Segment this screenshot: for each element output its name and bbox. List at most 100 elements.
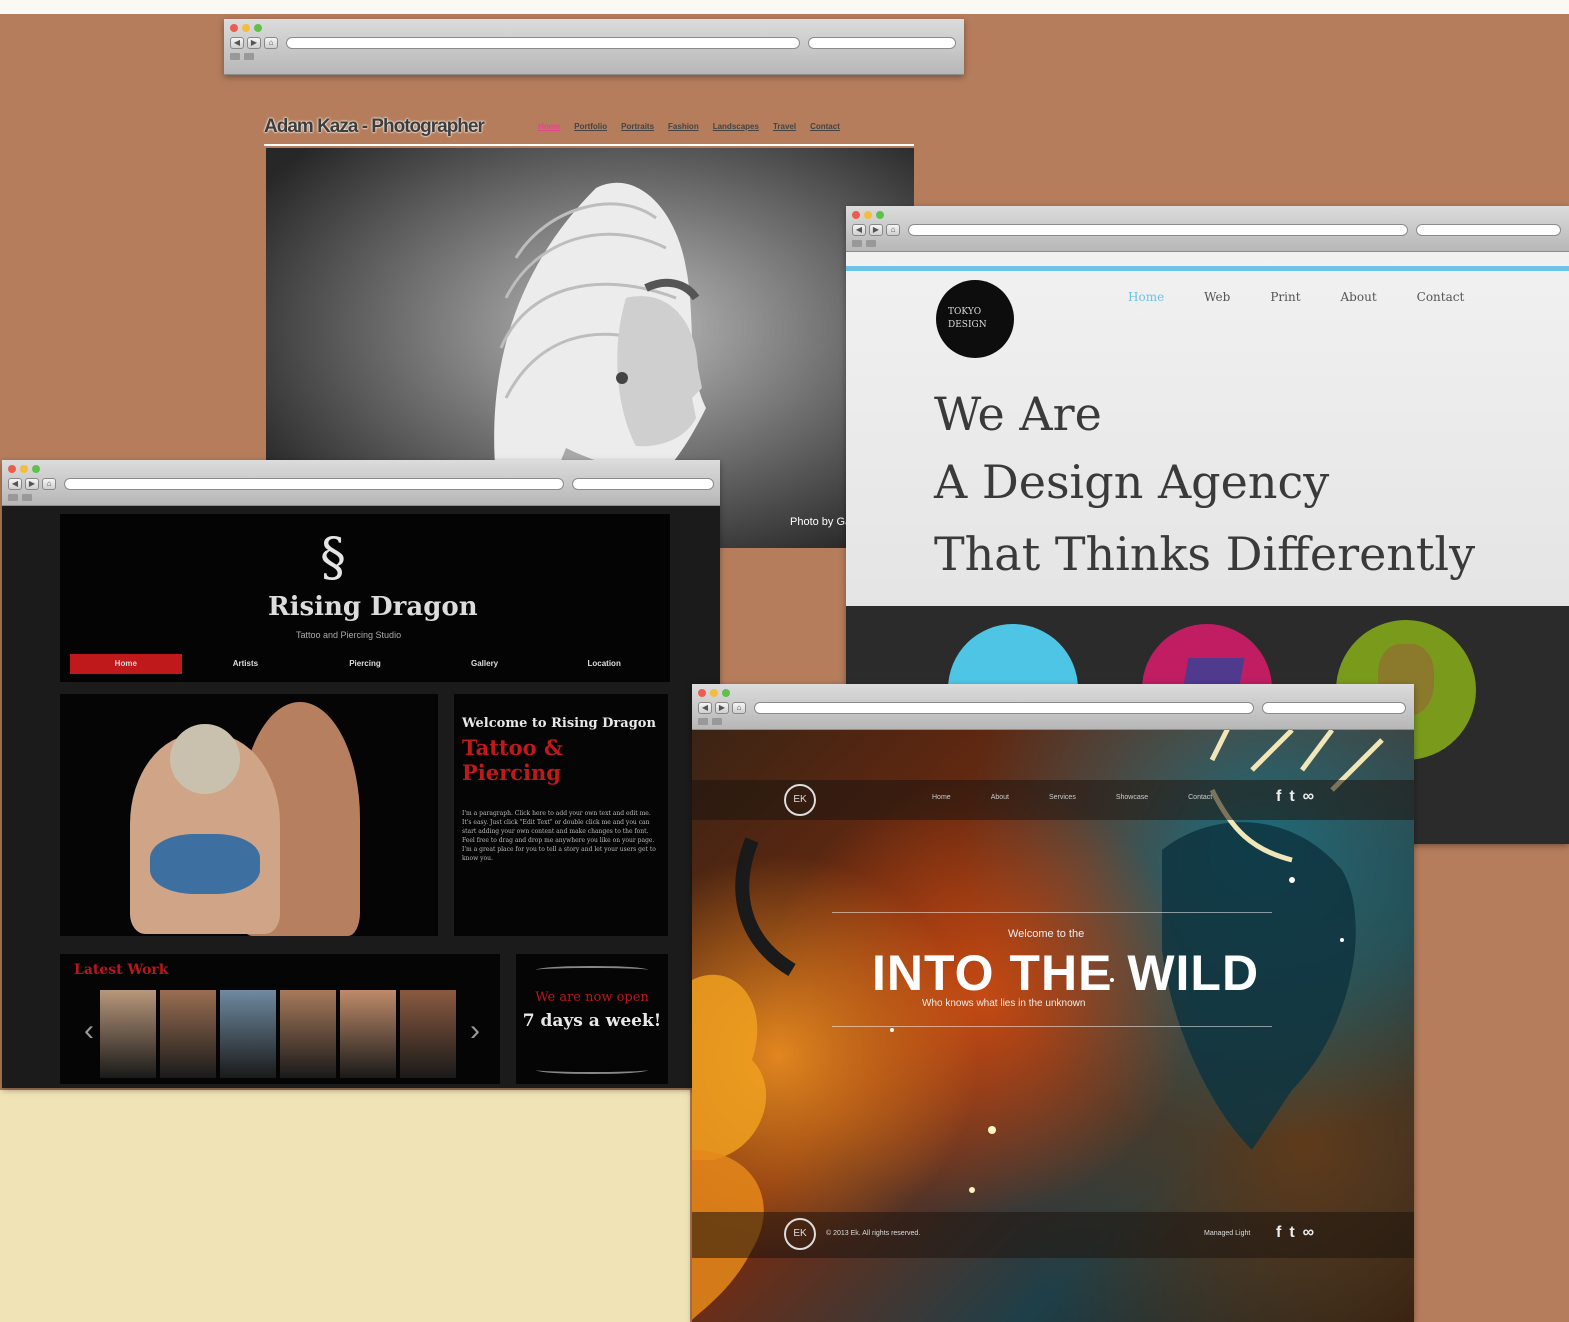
wild-browser-window: ◀ ▶ ⌂ EK Home About Services Showcase Contact … xyxy=(692,684,1414,1322)
twitter-icon[interactable]: t xyxy=(1289,1224,1294,1242)
dragon-logo-icon: § xyxy=(320,528,346,588)
ornament-top xyxy=(536,966,648,974)
tokyo-nav-contact[interactable]: Contact xyxy=(1417,290,1465,304)
welcome-subheading: Tattoo & Piercing xyxy=(462,735,563,785)
photographer-nav-portfolio[interactable]: Portfolio xyxy=(574,122,607,131)
wild-footer-social-links: f t ∞ xyxy=(1276,1224,1314,1242)
headline-line-3: That Thinks Differently xyxy=(934,527,1476,581)
home-icon[interactable]: ⌂ xyxy=(886,224,900,236)
wild-footer: EK © 2013 Ek. All rights reserved. Manag… xyxy=(692,1212,1414,1258)
tokyo-top-rule xyxy=(846,266,1569,271)
forward-icon[interactable]: ▶ xyxy=(25,478,39,490)
back-icon[interactable]: ◀ xyxy=(230,37,244,49)
tokyo-nav-print[interactable]: Print xyxy=(1270,290,1300,304)
wild-nav: Home About Services Showcase Contact xyxy=(932,794,1212,801)
photographer-nav-contact[interactable]: Contact xyxy=(810,122,840,131)
photographer-nav-landscapes[interactable]: Landscapes xyxy=(713,122,759,131)
dragon-nav-gallery[interactable]: Gallery xyxy=(429,654,541,674)
flickr-icon[interactable]: ∞ xyxy=(1303,1224,1314,1242)
headline-line-1: We Are xyxy=(934,387,1102,441)
wild-footer-right: Managed Light xyxy=(1204,1230,1251,1237)
gallery-thumbnail[interactable] xyxy=(280,990,336,1078)
facebook-icon[interactable]: f xyxy=(1276,1224,1281,1242)
wild-rule-bottom xyxy=(832,1026,1272,1027)
carousel-next-icon[interactable]: › xyxy=(470,1014,480,1048)
forward-icon[interactable]: ▶ xyxy=(247,37,261,49)
flickr-icon[interactable]: ∞ xyxy=(1303,788,1314,806)
home-icon[interactable]: ⌂ xyxy=(42,478,56,490)
dragon-latest-work: Latest Work ‹ › xyxy=(60,954,500,1084)
dragon-nav-artists[interactable]: Artists xyxy=(190,654,302,674)
dragon-header: § Rising Dragon Tattoo and Piercing Stud… xyxy=(60,514,670,682)
gallery-thumbnail[interactable] xyxy=(100,990,156,1078)
photographer-nav-fashion[interactable]: Fashion xyxy=(668,122,699,131)
search-bar[interactable] xyxy=(572,478,714,490)
photographer-nav-rule xyxy=(264,144,914,146)
photographer-nav: Home Portfolio Portraits Fashion Landscapes T… xyxy=(538,122,840,131)
tokyo-logo[interactable]: TOKYO DESIGN xyxy=(936,280,1014,358)
search-bar[interactable] xyxy=(808,37,956,49)
dragon-nav-location[interactable]: Location xyxy=(548,654,660,674)
address-bar[interactable] xyxy=(908,224,1408,236)
address-bar[interactable] xyxy=(754,702,1254,714)
welcome-heading: Welcome to Rising Dragon xyxy=(462,716,656,731)
open-line-2: 7 days a week! xyxy=(522,1011,662,1031)
gallery-thumbnail[interactable] xyxy=(400,990,456,1078)
home-icon[interactable]: ⌂ xyxy=(264,37,278,49)
twitter-icon[interactable]: t xyxy=(1289,788,1294,806)
photographer-title: Adam Kaza - Photographer xyxy=(264,116,485,137)
wild-title: INTO THE WILD xyxy=(872,945,1260,1001)
wild-subtitle: Who knows what lies in the unknown xyxy=(922,998,1086,1009)
wild-nav-showcase[interactable]: Showcase xyxy=(1116,794,1148,801)
gallery-thumbnail[interactable] xyxy=(340,990,396,1078)
ornament-bottom xyxy=(536,1066,648,1074)
wild-nav-home[interactable]: Home xyxy=(932,794,951,801)
latest-work-heading: Latest Work xyxy=(74,962,169,978)
dragon-nav-piercing[interactable]: Piercing xyxy=(309,654,421,674)
wild-hero: EK Home About Services Showcase Contact f t ∞ … xyxy=(692,730,1414,1322)
back-icon[interactable]: ◀ xyxy=(852,224,866,236)
tokyo-nav-home[interactable]: Home xyxy=(1128,290,1164,304)
wild-footer-logo[interactable]: EK xyxy=(784,1218,816,1250)
wild-copyright: © 2013 Ek. All rights reserved. xyxy=(826,1230,921,1237)
dragon-tagline: Tattoo and Piercing Studio xyxy=(296,630,402,640)
search-bar[interactable] xyxy=(1262,702,1406,714)
photographer-nav-portraits[interactable]: Portraits xyxy=(621,122,654,131)
tokyo-headline: We Are A Design Agency That Thinks Diffe… xyxy=(934,382,1475,590)
wild-logo[interactable]: EK xyxy=(784,784,816,816)
headline-line-2: A Design Agency xyxy=(934,455,1330,509)
gallery-thumbnail[interactable] xyxy=(160,990,216,1078)
dragon-nav-home[interactable]: Home xyxy=(70,654,182,674)
tokyo-nav-about[interactable]: About xyxy=(1341,290,1377,304)
forward-icon[interactable]: ▶ xyxy=(869,224,883,236)
cream-block xyxy=(0,1090,690,1322)
gallery-thumbnail[interactable] xyxy=(220,990,276,1078)
carousel-thumbnails xyxy=(100,990,456,1078)
photographer-browser-window: ◀ ▶ ⌂ xyxy=(224,19,964,75)
home-icon[interactable]: ⌂ xyxy=(732,702,746,714)
wild-social-links: f t ∞ xyxy=(1276,788,1314,806)
wild-topbar: EK Home About Services Showcase Contact f t ∞ xyxy=(692,780,1414,820)
tokyo-nav: Home Web Print About Contact xyxy=(1128,290,1464,304)
wild-nav-services[interactable]: Services xyxy=(1049,794,1076,801)
dragon-logo[interactable]: Rising Dragon xyxy=(268,592,478,622)
carousel-prev-icon[interactable]: ‹ xyxy=(84,1014,94,1048)
forward-icon[interactable]: ▶ xyxy=(715,702,729,714)
photographer-nav-travel[interactable]: Travel xyxy=(773,122,796,131)
back-icon[interactable]: ◀ xyxy=(698,702,712,714)
dragon-nav: Home Artists Piercing Gallery Location xyxy=(70,654,660,674)
wild-nav-contact[interactable]: Contact xyxy=(1188,794,1212,801)
wild-nav-about[interactable]: About xyxy=(991,794,1009,801)
tokyo-nav-web[interactable]: Web xyxy=(1204,290,1230,304)
dragon-welcome-panel: Welcome to Rising Dragon Tattoo & Pierci… xyxy=(454,694,668,936)
search-bar[interactable] xyxy=(1416,224,1561,236)
photographer-nav-home[interactable]: Home xyxy=(538,122,560,131)
wild-rule-top xyxy=(832,912,1272,913)
back-icon[interactable]: ◀ xyxy=(8,478,22,490)
facebook-icon[interactable]: f xyxy=(1276,788,1281,806)
wild-eyebrow: Welcome to the xyxy=(1008,928,1085,940)
dragon-hero-image xyxy=(60,694,438,936)
address-bar[interactable] xyxy=(64,478,564,490)
address-bar[interactable] xyxy=(286,37,800,49)
welcome-body: I'm a paragraph. Click here to add your … xyxy=(462,810,656,862)
